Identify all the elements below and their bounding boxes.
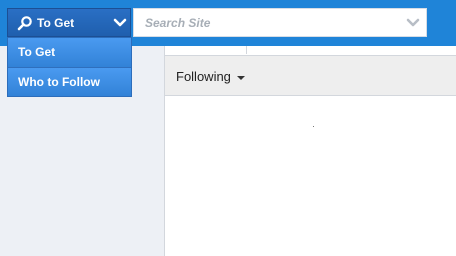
search-options-chevron-icon[interactable] xyxy=(406,18,420,28)
menu-item-to-get[interactable]: To Get xyxy=(8,38,131,67)
menu-item-who-to-follow[interactable]: Who to Follow xyxy=(8,67,131,96)
caret-down-icon[interactable] xyxy=(237,76,245,80)
search-box xyxy=(133,8,427,37)
following-filter-button[interactable]: Following xyxy=(176,69,231,84)
search-type-dropdown[interactable]: To Get xyxy=(7,8,131,37)
chevron-down-icon xyxy=(113,18,127,27)
loading-indicator xyxy=(313,126,314,127)
search-input[interactable] xyxy=(134,9,404,36)
feed-filter-bar: Following xyxy=(165,55,456,96)
search-type-label: To Get xyxy=(37,16,75,30)
search-icon xyxy=(17,16,32,31)
search-type-menu: To Get Who to Follow xyxy=(7,37,132,97)
content-tab[interactable] xyxy=(165,46,247,54)
